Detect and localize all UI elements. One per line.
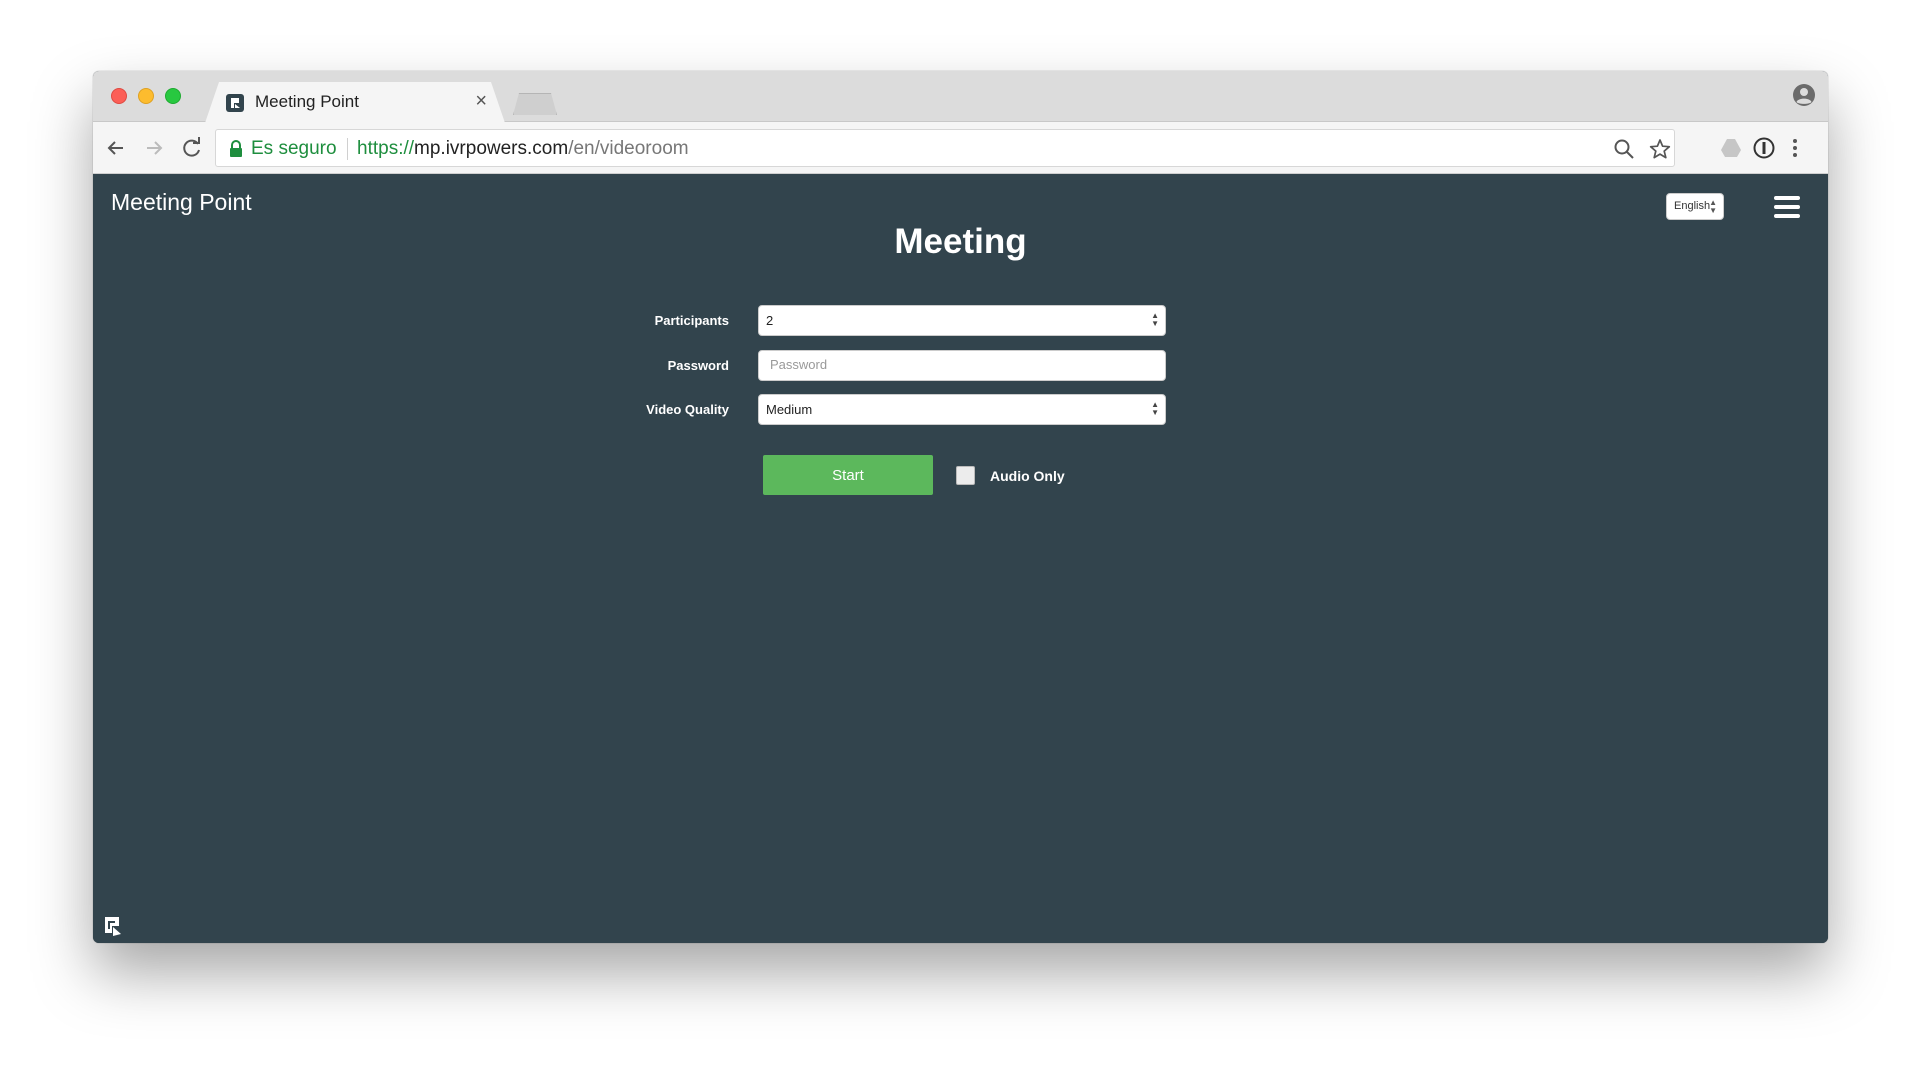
select-arrows-icon: ▲ ▼ [1151,311,1159,328]
select-arrows-icon: ▲ ▼ [1709,198,1717,215]
tab-strip: Meeting Point × [93,71,1828,123]
video-quality-label: Video Quality [646,402,729,417]
url-path: /en/videoroom [568,138,689,159]
close-window-button[interactable] [111,88,127,104]
video-quality-select[interactable]: Medium ▲ ▼ [758,394,1166,425]
audio-only-label[interactable]: Audio Only [990,468,1065,484]
audio-only-checkbox[interactable] [956,466,975,485]
brand-title[interactable]: Meeting Point [111,189,252,216]
start-button[interactable]: Start [763,455,933,495]
address-bar[interactable]: Es seguro https://mp.ivrpowers.com/en/vi… [215,129,1675,167]
url-host: mp.ivrpowers.com [414,138,569,159]
tab-title: Meeting Point [255,92,359,111]
language-select[interactable]: English ▲ ▼ [1666,193,1724,220]
participants-label: Participants [654,313,729,328]
hamburger-menu-icon[interactable] [1774,196,1800,218]
video-quality-value: Medium [766,402,813,417]
page-title: Meeting [894,222,1027,261]
drive-icon[interactable] [1719,136,1743,160]
back-icon[interactable] [103,135,129,161]
close-icon[interactable]: × [475,90,487,113]
meeting-point-logo-icon[interactable] [101,915,125,939]
participants-value: 2 [766,313,774,328]
browser-tab[interactable]: Meeting Point × [205,82,505,123]
lock-icon [230,140,242,157]
language-value: English [1674,200,1711,212]
minimize-window-button[interactable] [138,88,154,104]
forward-icon[interactable] [141,135,167,161]
password-input[interactable] [766,357,1165,372]
url-scheme: https:// [357,138,415,159]
new-tab-button[interactable] [513,93,557,115]
maximize-window-button[interactable] [165,88,181,104]
zoom-icon[interactable] [1613,138,1635,160]
address-separator [347,138,348,160]
reload-icon[interactable] [179,135,205,161]
meeting-point-logo-icon [226,94,244,112]
password-field-wrapper [758,350,1166,381]
browser-toolbar: Es seguro https://mp.ivrpowers.com/en/vi… [93,122,1828,174]
password-manager-icon[interactable] [1752,136,1776,160]
password-label: Password [667,358,729,373]
user-profile-icon[interactable] [1792,83,1816,107]
participants-select[interactable]: 2 ▲ ▼ [758,305,1166,336]
more-icon[interactable] [1783,136,1807,160]
page-content: Meeting Point English ▲ ▼ Meeting Partici… [93,175,1828,943]
browser-window: Meeting Point × Es seguro https://mp.ivr… [93,71,1828,943]
secure-label: Es seguro [251,138,337,159]
select-arrows-icon: ▲ ▼ [1151,400,1159,417]
url-text[interactable]: https://mp.ivrpowers.com/en/videoroom [357,138,689,160]
star-icon[interactable] [1649,138,1671,160]
